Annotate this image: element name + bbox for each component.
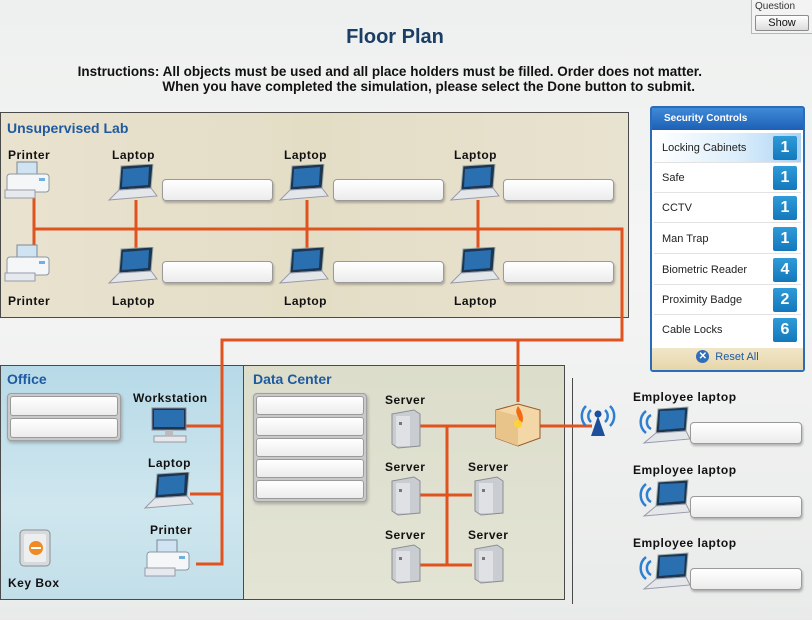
device-label: Printer	[150, 523, 193, 537]
control-count-badge: 1	[773, 166, 797, 190]
lab-slot-3[interactable]	[503, 179, 614, 201]
lab-slot-2[interactable]	[333, 179, 444, 201]
control-name: Locking Cabinets	[662, 142, 747, 154]
device-label: Server	[385, 393, 426, 407]
page-title: Floor Plan	[346, 26, 444, 48]
question-label: Question	[755, 1, 796, 12]
lab-slot-1[interactable]	[162, 179, 273, 201]
dc-slot-5[interactable]	[256, 480, 364, 499]
device-label: Server	[468, 460, 509, 474]
printer-icon[interactable]	[3, 160, 53, 210]
server-icon[interactable]	[388, 408, 422, 455]
device-label: Server	[468, 528, 509, 542]
printer-icon[interactable]	[3, 243, 53, 293]
panel-title: Security Controls	[652, 108, 803, 130]
dc-slot-3[interactable]	[256, 438, 364, 457]
office-slot-group	[7, 393, 121, 441]
control-count-badge: 1	[773, 136, 797, 160]
firewall-icon	[494, 402, 542, 453]
control-count-badge: 6	[773, 318, 797, 342]
control-cctv[interactable]: CCTV 1	[654, 193, 801, 223]
control-count-badge: 1	[773, 227, 797, 251]
key-box-icon[interactable]	[18, 528, 52, 575]
office-slot-2[interactable]	[10, 418, 118, 438]
control-name: Proximity Badge	[662, 294, 743, 306]
device-label: Laptop	[454, 294, 497, 308]
device-label: Laptop	[112, 294, 155, 308]
wireless-slot-1[interactable]	[690, 422, 802, 444]
lab-slot-5[interactable]	[333, 261, 444, 283]
wireless-laptop-icon[interactable]	[636, 478, 692, 527]
zone-title-lab: Unsupervised Lab	[7, 120, 129, 136]
workstation-icon[interactable]	[150, 406, 188, 451]
dc-slot-1[interactable]	[256, 396, 364, 415]
server-icon[interactable]	[471, 543, 505, 590]
laptop-icon[interactable]	[143, 471, 195, 515]
device-label: Key Box	[8, 576, 60, 590]
instructions: Instructions: All objects must be used a…	[0, 64, 740, 94]
laptop-icon[interactable]	[449, 163, 501, 207]
zone-title-data-center: Data Center	[253, 371, 332, 387]
control-name: Safe	[662, 172, 685, 184]
wireless-slot-3[interactable]	[690, 568, 802, 590]
device-label: Workstation	[133, 391, 208, 405]
device-label: Printer	[8, 294, 51, 308]
control-name: Biometric Reader	[662, 264, 747, 276]
laptop-icon[interactable]	[278, 163, 330, 207]
lab-slot-4[interactable]	[162, 261, 273, 283]
control-count-badge: 1	[773, 196, 797, 220]
wireless-slot-2[interactable]	[690, 496, 802, 518]
wireless-access-point-icon	[578, 398, 618, 443]
device-label: Employee laptop	[633, 463, 737, 477]
device-label: Employee laptop	[633, 390, 737, 404]
server-icon[interactable]	[388, 475, 422, 522]
lab-slot-6[interactable]	[503, 261, 614, 283]
control-biometric-reader[interactable]: Biometric Reader 4	[654, 255, 801, 285]
control-safe[interactable]: Safe 1	[654, 163, 801, 193]
instructions-line-2: When you have completed the simulation, …	[162, 79, 695, 94]
laptop-icon[interactable]	[449, 246, 501, 290]
dc-slot-2[interactable]	[256, 417, 364, 436]
control-name: Cable Locks	[662, 324, 723, 336]
wireless-laptop-icon[interactable]	[636, 551, 692, 600]
laptop-icon[interactable]	[278, 246, 330, 290]
device-label: Laptop	[454, 148, 497, 162]
device-label: Server	[385, 528, 426, 542]
device-label: Server	[385, 460, 426, 474]
control-locking-cabinets[interactable]: Locking Cabinets 1	[654, 133, 801, 163]
control-name: Man Trap	[662, 233, 709, 245]
reset-label: Reset All	[715, 350, 759, 363]
laptop-icon[interactable]	[107, 163, 159, 207]
control-man-trap[interactable]: Man Trap 1	[654, 224, 801, 254]
dc-slot-4[interactable]	[256, 459, 364, 478]
device-label: Laptop	[284, 294, 327, 308]
data-center-slot-group	[253, 393, 367, 502]
wireless-laptop-icon[interactable]	[636, 405, 692, 454]
control-count-badge: 2	[773, 288, 797, 312]
server-icon[interactable]	[388, 543, 422, 590]
device-label: Laptop	[148, 456, 191, 470]
office-slot-1[interactable]	[10, 396, 118, 416]
control-count-badge: 4	[773, 258, 797, 282]
laptop-icon[interactable]	[107, 246, 159, 290]
server-icon[interactable]	[471, 475, 505, 522]
device-label: Employee laptop	[633, 536, 737, 550]
zone-title-office: Office	[7, 371, 47, 387]
control-cable-locks[interactable]: Cable Locks 6	[654, 315, 801, 345]
control-name: CCTV	[662, 202, 692, 214]
printer-icon[interactable]	[143, 538, 193, 588]
reset-all-button[interactable]: ✕ Reset All	[652, 348, 803, 370]
device-label: Laptop	[284, 148, 327, 162]
control-proximity-badge[interactable]: Proximity Badge 2	[654, 285, 801, 315]
device-label: Laptop	[112, 148, 155, 162]
reset-icon: ✕	[696, 350, 710, 364]
security-controls-panel: Security Controls Locking Cabinets 1 Saf…	[650, 106, 805, 372]
instructions-line-1: Instructions: All objects must be used a…	[77, 64, 702, 79]
